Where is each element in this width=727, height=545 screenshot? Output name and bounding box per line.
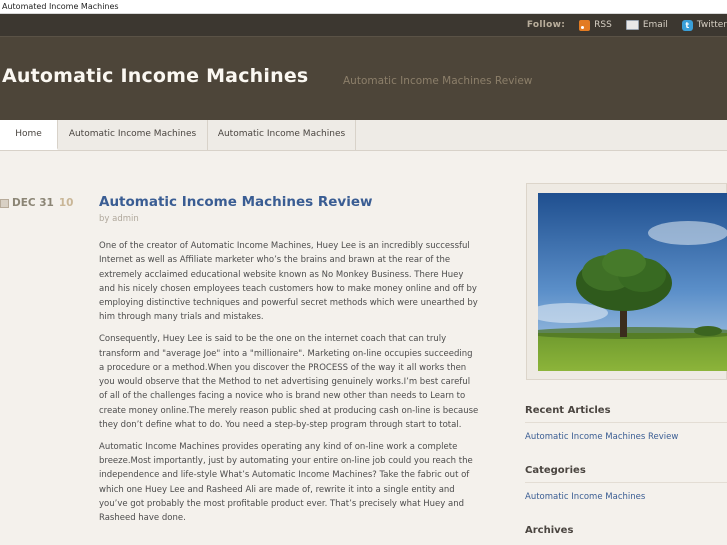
tree-landscape-image xyxy=(538,193,727,371)
recent-articles-heading: Recent Articles xyxy=(525,405,611,416)
site-title[interactable]: Automatic Income Machines xyxy=(2,65,308,87)
follow-links: Follow: RSS Email t Twitter xyxy=(527,14,727,36)
category-link[interactable]: Automatic Income Machines xyxy=(525,492,645,502)
post-date-month-day: DEC 31 xyxy=(12,197,54,209)
post-content: One of the creator of Automatic Income M… xyxy=(99,239,479,533)
calendar-icon xyxy=(0,198,9,208)
follow-label: Follow: xyxy=(526,20,566,30)
twitter-icon: t xyxy=(681,19,693,31)
post-date-year: 10 xyxy=(58,197,74,209)
post-date: DEC 31 10 xyxy=(0,197,74,209)
twitter-label: Twitter xyxy=(696,20,727,30)
divider xyxy=(525,422,727,423)
nav-item-automatic-income-machines[interactable]: Automatic Income Machines xyxy=(58,120,208,150)
site-header: Automatic Income Machines Automatic Inco… xyxy=(0,36,727,121)
post-byline: by admin xyxy=(99,214,139,224)
site-description: Automatic Income Machines Review xyxy=(343,75,533,87)
top-bar: Follow: RSS Email t Twitter xyxy=(0,14,727,36)
post-paragraph: Automatic Income Machines provides opera… xyxy=(99,441,473,524)
twitter-link[interactable]: t Twitter xyxy=(681,19,727,31)
email-icon xyxy=(625,20,639,30)
post-paragraph: Consequently, Huey Lee is said to be the… xyxy=(99,334,479,431)
rss-link[interactable]: RSS xyxy=(579,19,612,31)
recent-article-link[interactable]: Automatic Income Machines Review xyxy=(525,432,678,442)
byline-prefix: by xyxy=(99,214,110,224)
post-paragraph: One of the creator of Automatic Income M… xyxy=(99,241,478,323)
window-title: Automated Income Machines xyxy=(0,0,727,14)
post-author-link[interactable]: admin xyxy=(112,214,139,224)
post-title[interactable]: Automatic Income Machines Review xyxy=(99,194,372,210)
nav-item-automatic-income-machines-2[interactable]: Automatic Income Machines xyxy=(208,120,356,150)
email-link[interactable]: Email xyxy=(625,20,668,30)
divider xyxy=(525,482,727,483)
rss-icon xyxy=(579,19,591,31)
main-nav: Home Automatic Income Machines Automatic… xyxy=(0,120,727,151)
categories-heading: Categories xyxy=(525,465,586,476)
rss-label: RSS xyxy=(594,20,612,30)
archives-heading: Archives xyxy=(525,525,574,536)
nav-item-home[interactable]: Home xyxy=(0,120,58,150)
email-label: Email xyxy=(642,20,668,30)
sidebar-image-frame xyxy=(526,183,727,380)
